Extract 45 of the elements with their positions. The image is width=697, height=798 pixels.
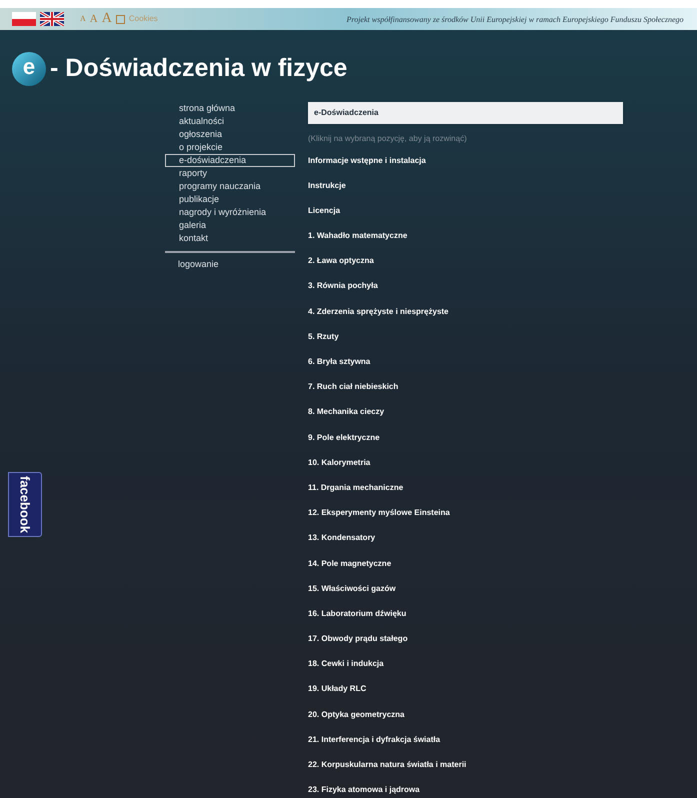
- experiment-link[interactable]: 19. Układy RLC: [308, 683, 366, 696]
- experiment-link[interactable]: Licencja: [308, 204, 340, 217]
- facebook-tab[interactable]: facebook: [8, 472, 42, 538]
- experiment-link[interactable]: 10. Kalorymetria: [308, 456, 370, 469]
- nav-link[interactable]: aktualności: [165, 114, 295, 128]
- project-note: Projekt współfinansowany ze środków Unii Europejskiej w ramach Europejskiego Funduszu Społecznego: [346, 14, 684, 24]
- section-heading: e-Doświadczenia: [308, 102, 623, 124]
- nav-link[interactable]: kontakt: [165, 232, 295, 244]
- nav-link[interactable]: raporty: [165, 166, 295, 180]
- nav-link[interactable]: logowanie: [165, 258, 295, 270]
- experiment-link[interactable]: 16. Laboratorium dźwięku: [308, 608, 406, 620]
- nav-link[interactable]: strona główna: [165, 102, 295, 114]
- experiment-link[interactable]: 12. Eksperymenty myślowe Einsteina: [308, 507, 450, 520]
- experiment-link[interactable]: 22. Korpuskularna natura światła i materii: [308, 759, 466, 771]
- nav-link[interactable]: ogłoszenia: [165, 128, 295, 140]
- experiment-link[interactable]: 13. Kondensatory: [308, 532, 376, 544]
- experiment-link[interactable]: Instrukcje: [308, 180, 346, 192]
- experiment-link[interactable]: 5. Rzuty: [308, 330, 339, 343]
- hint-text: (Kliknij na wybraną pozycję, aby ją rozwinąć): [308, 132, 468, 144]
- experiment-link[interactable]: 21. Interferencja i dyfrakcja światła: [308, 734, 440, 746]
- experiment-link[interactable]: 17. Obwody prądu stałego: [308, 633, 408, 646]
- experiment-link[interactable]: 4. Zderzenia sprężyste i niesprężyste: [308, 306, 449, 318]
- experiment-link[interactable]: 1. Wahadło matematyczne: [308, 230, 408, 242]
- nav-link[interactable]: e-doświadczenia: [165, 154, 295, 166]
- nav-link[interactable]: publikacje: [165, 192, 295, 206]
- experiment-link[interactable]: Informacje wstępne i instalacja: [308, 154, 426, 166]
- polish-flag-icon[interactable]: [12, 12, 36, 26]
- experiment-link[interactable]: 20. Optyka geometryczna: [308, 708, 404, 721]
- experiment-link[interactable]: 23. Fizyka atomowa i jądrowa: [308, 784, 420, 796]
- experiment-link[interactable]: 8. Mechanika cieczy: [308, 406, 384, 418]
- experiment-link[interactable]: 18. Cewki i indukcja: [308, 658, 384, 670]
- british-flag-icon[interactable]: [40, 12, 64, 26]
- experiment-link[interactable]: 14. Pole magnetyczne: [308, 558, 392, 570]
- nav-link[interactable]: nagrody i wyróżnienia: [165, 206, 295, 218]
- nav-link[interactable]: programy nauczania: [165, 180, 295, 192]
- experiment-link[interactable]: 2. Ława optyczna: [308, 255, 374, 268]
- experiment-link[interactable]: 9. Pole elektryczne: [308, 432, 380, 444]
- experiment-link[interactable]: 3. Równia pochyła: [308, 280, 378, 292]
- experiment-link[interactable]: 6. Bryła sztywna: [308, 356, 370, 368]
- nav-link[interactable]: galeria: [165, 218, 295, 232]
- experiment-link[interactable]: 15. Właściwości gazów: [308, 582, 396, 595]
- experiment-link[interactable]: 7. Ruch ciał niebieskich: [308, 381, 398, 394]
- site-title: - Doświadczenia w fizyce: [50, 53, 348, 84]
- nav-link[interactable]: o projekcie: [165, 140, 295, 154]
- experiment-link[interactable]: 11. Drgania mechaniczne: [308, 482, 404, 494]
